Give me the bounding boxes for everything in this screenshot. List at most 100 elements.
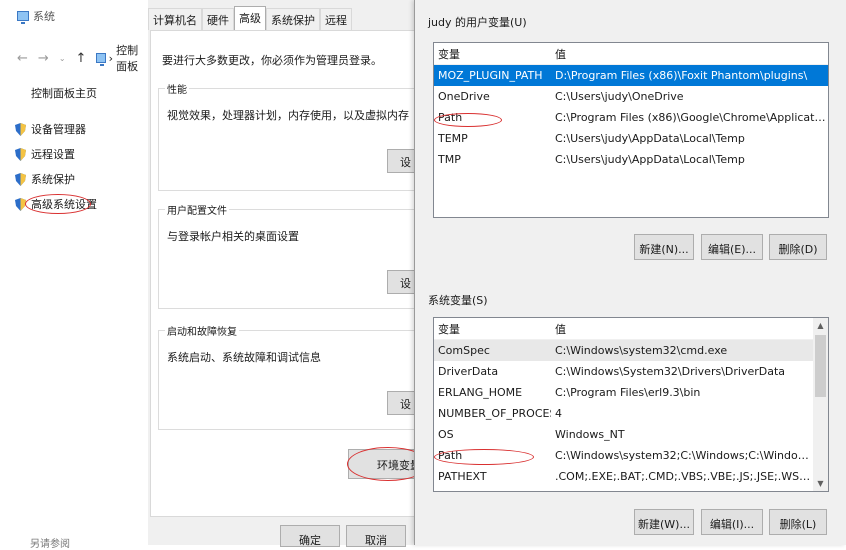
control-panel-home-link[interactable]: 控制面板主页 <box>31 85 97 101</box>
history-dropdown-icon[interactable]: ⌄ <box>59 54 66 63</box>
system-delete-button[interactable]: 删除(L) <box>769 509 827 535</box>
variable-value: .COM;.EXE;.BAT;.CMD;.VBS;.VBE;.JS;.JSE;.… <box>555 470 813 483</box>
group-description: 系统启动、系统故障和调试信息 <box>167 351 321 364</box>
variable-name: PATHEXT <box>438 470 487 483</box>
variable-value: 4 <box>555 407 562 420</box>
list-row[interactable]: OS Windows_NT <box>434 424 813 445</box>
shield-icon <box>15 122 26 136</box>
window-title: 系统 <box>17 8 55 24</box>
remote-settings-link[interactable]: 远程设置 <box>15 146 75 162</box>
variable-value: D:\Program Files (x86)\Foxit Phantom\plu… <box>555 69 808 82</box>
column-header-variable[interactable]: 变量 <box>434 321 551 337</box>
variable-value: C:\Windows\system32\cmd.exe <box>555 344 728 357</box>
user-variables-list[interactable]: 变量 值 MOZ_PLUGIN_PATH D:\Program Files (x… <box>433 42 829 218</box>
user-profiles-settings-button[interactable]: 设置 <box>387 270 417 294</box>
device-manager-link[interactable]: 设备管理器 <box>15 121 86 137</box>
variable-name: TEMP <box>438 132 468 145</box>
tab-advanced[interactable]: 高级 <box>234 6 266 30</box>
annotation-ellipse <box>25 194 91 214</box>
scroll-down-icon[interactable]: ▼ <box>813 476 828 491</box>
variable-value: C:\Users\judy\OneDrive <box>555 90 684 103</box>
variable-value: C:\Users\judy\AppData\Local\Temp <box>555 132 745 145</box>
list-row[interactable]: NUMBER_OF_PROCESSORS 4 <box>434 403 813 424</box>
variable-name: ComSpec <box>438 344 490 357</box>
link-label: 系统保护 <box>31 173 75 186</box>
shield-icon <box>15 172 26 186</box>
tab-remote[interactable]: 远程 <box>320 8 352 30</box>
breadcrumb-separator: › <box>108 51 114 65</box>
cancel-button[interactable]: 取消 <box>346 525 406 547</box>
list-row[interactable]: TMP C:\Users\judy\AppData\Local\Temp <box>434 149 828 170</box>
user-variables-title: judy 的用户变量(U) <box>428 16 527 29</box>
performance-settings-button[interactable]: 设置 <box>387 149 417 173</box>
startup-recovery-settings-button[interactable]: 设置 <box>387 391 417 415</box>
back-arrow-icon[interactable]: ← <box>17 51 28 66</box>
link-label: 远程设置 <box>31 148 75 161</box>
variable-name: ERLANG_HOME <box>438 386 523 399</box>
see-also-heading: 另请参阅 <box>30 539 70 550</box>
variable-name: DriverData <box>438 365 499 378</box>
list-row[interactable]: ComSpec C:\Windows\system32\cmd.exe <box>434 340 813 361</box>
up-arrow-icon[interactable]: ↑ <box>76 51 87 66</box>
list-header: 变量 值 <box>434 318 813 340</box>
group-title: 性能 <box>165 81 189 96</box>
list-row[interactable]: PATHEXT .COM;.EXE;.BAT;.CMD;.VBS;.VBE;.J… <box>434 466 813 487</box>
system-variables-list[interactable]: 变量 值 ComSpec C:\Windows\system32\cmd.exe… <box>433 317 829 492</box>
group-description: 与登录帐户相关的桌面设置 <box>167 230 299 243</box>
tab-hardware[interactable]: 硬件 <box>202 8 234 30</box>
list-row[interactable]: DriverData C:\Windows\System32\Drivers\D… <box>434 361 813 382</box>
tab-computer-name[interactable]: 计算机名 <box>148 8 202 30</box>
navigation-bar: ← → ⌄ ↑ › 控制面板 <box>17 42 148 74</box>
column-header-variable[interactable]: 变量 <box>434 46 551 62</box>
variable-value: C:\Users\judy\AppData\Local\Temp <box>555 153 745 166</box>
link-label: 设备管理器 <box>31 123 86 136</box>
list-row[interactable]: ERLANG_HOME C:\Program Files\erl9.3\bin <box>434 382 813 403</box>
breadcrumb-item[interactable]: 控制面板 <box>116 42 148 74</box>
ok-button[interactable]: 确定 <box>280 525 340 547</box>
user-profiles-group: 用户配置文件 与登录帐户相关的桌面设置 <box>158 202 416 309</box>
user-delete-button[interactable]: 删除(D) <box>769 234 827 260</box>
variable-value: C:\Program Files\erl9.3\bin <box>555 386 701 399</box>
variable-name: NUMBER_OF_PROCESSORS <box>438 407 551 420</box>
variable-value: C:\Windows\System32\Drivers\DriverData <box>555 365 786 378</box>
list-row[interactable]: OneDrive C:\Users\judy\OneDrive <box>434 86 828 107</box>
variable-name: OS <box>438 428 454 441</box>
scroll-up-icon[interactable]: ▲ <box>813 318 828 333</box>
monitor-icon <box>96 53 106 66</box>
variable-value: Windows_NT <box>555 428 625 441</box>
tab-strip: 计算机名 硬件 高级 系统保护 远程 <box>148 6 352 30</box>
admin-note: 要进行大多数更改，你必须作为管理员登录。 <box>162 54 382 67</box>
system-new-button[interactable]: 新建(W)... <box>634 509 694 535</box>
list-row[interactable]: TEMP C:\Users\judy\AppData\Local\Temp <box>434 128 828 149</box>
user-edit-button[interactable]: 编辑(E)... <box>701 234 763 260</box>
scroll-thumb[interactable] <box>815 335 826 397</box>
system-variables-title: 系统变量(S) <box>428 294 488 307</box>
annotation-ellipse <box>434 449 534 465</box>
forward-arrow-icon[interactable]: → <box>38 51 49 66</box>
list-row[interactable]: MOZ_PLUGIN_PATH D:\Program Files (x86)\F… <box>434 65 828 86</box>
column-header-value[interactable]: 值 <box>551 46 828 62</box>
variable-name: TMP <box>438 153 461 166</box>
startup-recovery-group: 启动和故障恢复 系统启动、系统故障和调试信息 <box>158 323 416 430</box>
annotation-ellipse <box>434 113 502 127</box>
variable-value: C:\Windows\system32;C:\Windows;C:\Window… <box>555 449 813 462</box>
user-new-button[interactable]: 新建(N)... <box>634 234 694 260</box>
group-title: 用户配置文件 <box>165 202 229 217</box>
shield-icon <box>15 147 26 161</box>
system-edit-button[interactable]: 编辑(I)... <box>701 509 763 535</box>
system-protection-link[interactable]: 系统保护 <box>15 171 75 187</box>
tab-system-protection[interactable]: 系统保护 <box>266 8 320 30</box>
variable-name: MOZ_PLUGIN_PATH <box>438 69 543 82</box>
group-title: 启动和故障恢复 <box>165 323 239 338</box>
system-pane: 系统 ← → ⌄ ↑ › 控制面板 控制面板主页 设备管理器 远程设置 系统保护… <box>0 0 148 550</box>
variable-value: C:\Program Files (x86)\Google\Chrome\App… <box>555 111 828 124</box>
breadcrumb[interactable]: › 控制面板 <box>96 42 148 74</box>
vertical-scrollbar[interactable]: ▲ ▼ <box>813 318 828 491</box>
list-header: 变量 值 <box>434 43 828 65</box>
performance-group: 性能 视觉效果，处理器计划，内存使用，以及虚拟内存 <box>158 81 416 191</box>
column-header-value[interactable]: 值 <box>551 321 813 337</box>
window-title-text: 系统 <box>33 10 55 23</box>
group-description: 视觉效果，处理器计划，内存使用，以及虚拟内存 <box>167 109 409 122</box>
variable-name: OneDrive <box>438 90 490 103</box>
monitor-icon <box>17 11 29 24</box>
